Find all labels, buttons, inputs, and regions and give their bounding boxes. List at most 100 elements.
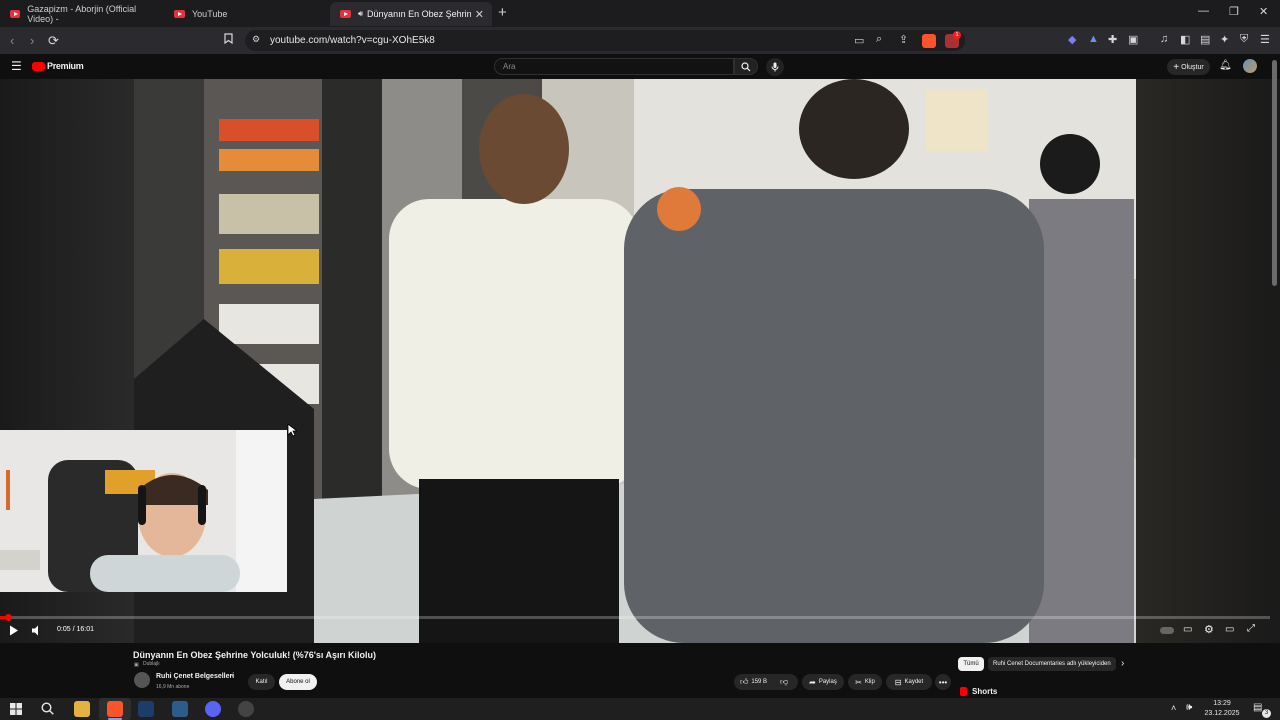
shorts-icon (960, 687, 967, 696)
bookmark-icon[interactable] (224, 33, 233, 47)
tab-active-video[interactable]: 🔊︎ Dünyanın En Obez Şehrine Yo ✕ (330, 2, 492, 26)
menu-icon[interactable]: ☰ (1260, 33, 1270, 46)
create-label: Oluştur (1181, 63, 1204, 71)
chips-next-icon[interactable]: › (1121, 658, 1124, 669)
close-window-button[interactable]: ✕ (1259, 5, 1268, 18)
thumbs-down-icon: 👎︎ (780, 677, 789, 686)
dubbed-icon: ▣ (134, 662, 139, 668)
notifications-bell-icon[interactable]: 🔔︎ (1219, 60, 1232, 71)
scrubber-handle[interactable] (5, 614, 12, 621)
forward-button[interactable]: › (30, 33, 34, 48)
speaker-icon: 🔊︎ (358, 9, 364, 18)
chip-channel-label: Ruhi Cenet Documentaries adlı yükleyicid… (993, 661, 1111, 667)
dislike-button[interactable]: 👎︎ (780, 677, 788, 687)
extension-icon[interactable]: ◆ (1068, 33, 1076, 46)
app-icon[interactable] (172, 701, 188, 717)
subscribe-button[interactable]: Abone ol (279, 674, 317, 690)
obs-icon[interactable] (238, 701, 254, 717)
share-label: Paylaş (818, 679, 837, 685)
brave-browser-icon[interactable] (107, 701, 123, 717)
webcam-overlay (0, 430, 287, 592)
minimize-button[interactable]: — (1198, 5, 1209, 17)
youtube-logo[interactable]: Premium (32, 61, 84, 71)
page-scrollbar[interactable] (1272, 60, 1277, 286)
rewards-badge: 1 (953, 31, 961, 39)
share-button[interactable]: ➦ Paylaş (802, 674, 844, 690)
channel-avatar[interactable] (134, 672, 150, 688)
address-bar[interactable]: ⚙ youtube.com/watch?v=cgu-XOhE5k8 ▭ ⌕ ⇪ … (245, 30, 965, 51)
site-info-icon[interactable]: ⚙ (252, 34, 260, 45)
vpn-icon[interactable]: ▲ (1088, 33, 1099, 45)
new-tab-button[interactable]: + (498, 4, 507, 21)
vpn-shield-icon[interactable]: ⛨ (1240, 33, 1248, 46)
brave-shields-icon[interactable] (922, 34, 936, 48)
autoplay-toggle[interactable] (1160, 627, 1174, 634)
shorts-label: Shorts (972, 687, 998, 696)
windows-start-icon[interactable] (10, 703, 22, 715)
cast-icon[interactable]: ▭ (854, 34, 864, 47)
more-actions-button[interactable]: ••• (935, 674, 951, 690)
video-info: Dünyanın En Obez Şehrine Yolculuk! (%76'… (0, 643, 1280, 698)
video-player[interactable]: 0:05 / 16:01 ▭ ⚙ ▭ ⤢ (0, 79, 1280, 643)
account-avatar[interactable] (1243, 59, 1257, 73)
search-input[interactable]: Ara (494, 58, 734, 75)
back-button[interactable]: ‹ (10, 33, 14, 48)
progress-bar[interactable] (0, 614, 1270, 621)
youtube-favicon-icon (340, 10, 351, 18)
restore-button[interactable]: ❐ (1229, 5, 1239, 18)
ambient-right (1136, 79, 1280, 643)
volume-tray-icon[interactable]: 🕪︎ (1186, 702, 1192, 713)
chip-channel[interactable]: Ruhi Cenet Documentaries adlı yükleyicid… (988, 657, 1116, 671)
volume-icon[interactable] (31, 625, 43, 636)
verified-icon: ● (231, 673, 235, 679)
play-icon[interactable] (9, 625, 19, 636)
like-button[interactable]: 👍︎ 159 B (740, 677, 767, 687)
clock[interactable]: 13:29 23.12.2025 (1198, 698, 1246, 719)
reload-button[interactable]: ⟳ (48, 33, 59, 49)
channel-name[interactable]: Ruhi Çenet Belgeselleri (156, 673, 234, 680)
clip-button[interactable]: ✂ Klip (848, 674, 882, 690)
voice-search-button[interactable] (766, 58, 784, 76)
save-label: Kaydet (904, 679, 924, 685)
share-icon: ➦ (809, 677, 816, 687)
notification-center-icon[interactable]: ▤ (1253, 702, 1262, 713)
chip-all[interactable]: Tümü (958, 657, 984, 671)
settings-gear-icon[interactable]: ⚙ (1204, 623, 1214, 636)
chip-all-label: Tümü (963, 661, 979, 667)
sidebar-icon[interactable]: ◧ (1180, 33, 1190, 46)
join-label: Katıl (255, 679, 268, 685)
tab-gazapizm[interactable]: Gazapizm - Aborjin (Official Video) - (0, 2, 160, 26)
save-bookmark-icon: ⊟ (894, 677, 902, 687)
windows-taskbar: ˄ 🕪︎ 13:29 23.12.2025 ▤ 3 (0, 698, 1280, 720)
tray-chevron-icon[interactable]: ˄ (1171, 703, 1176, 713)
media-icon[interactable]: ♫ (1160, 33, 1168, 45)
scissors-icon: ✂ (855, 677, 862, 687)
youtube-favicon-icon (10, 10, 21, 18)
save-button[interactable]: ⊟ Kaydet (886, 674, 932, 690)
discord-icon[interactable] (205, 701, 221, 717)
subtitles-icon[interactable]: ▭ (1183, 624, 1192, 635)
tab-label: Dünyanın En Obez Şehrine Yo (367, 9, 472, 19)
search-button[interactable] (734, 58, 758, 75)
wallet-icon[interactable]: ▤ (1200, 33, 1210, 46)
search-taskbar-icon[interactable] (41, 702, 54, 715)
fullscreen-icon[interactable]: ⤢ (1247, 623, 1255, 634)
file-explorer-icon[interactable] (74, 701, 90, 717)
mouse-cursor-icon (287, 423, 297, 437)
share-page-icon[interactable]: ⇪ (899, 33, 908, 46)
join-button[interactable]: Katıl (248, 674, 275, 690)
close-tab-icon[interactable]: ✕ (475, 8, 484, 21)
zoom-icon[interactable]: ⌕ (876, 33, 882, 46)
extensions-puzzle-icon[interactable]: ✚ (1108, 33, 1117, 46)
create-button[interactable]: + Oluştur (1167, 59, 1210, 75)
youtube-logo-icon (32, 61, 45, 71)
guide-menu-icon[interactable]: ☰ (11, 59, 22, 73)
tab-youtube[interactable]: YouTube (164, 2, 324, 26)
dubbed-label: Dublajlı (143, 661, 160, 667)
like-dislike-group: 👍︎ 159 B 👎︎ (734, 674, 798, 690)
screenshot-icon[interactable]: ▣ (1128, 33, 1138, 46)
leo-ai-icon[interactable]: ✦ (1220, 33, 1229, 46)
theater-mode-icon[interactable]: ▭ (1225, 624, 1234, 635)
browser-tab-strip: Gazapizm - Aborjin (Official Video) - Yo… (0, 0, 1280, 27)
steam-icon[interactable] (138, 701, 154, 717)
